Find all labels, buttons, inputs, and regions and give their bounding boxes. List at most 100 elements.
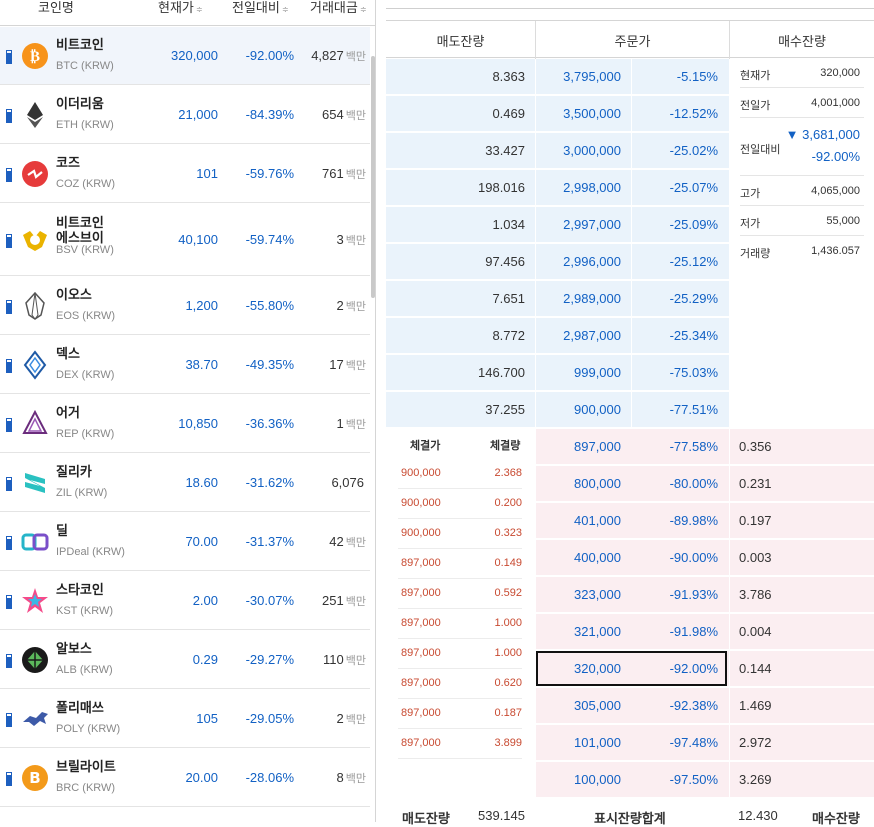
coin-price: 20.00 (185, 770, 218, 785)
bid-volume: 1.469 (739, 698, 772, 713)
coin-row[interactable]: 이더리움 ETH (KRW) 21,000 -84.39% 654 백만 (0, 86, 370, 144)
divider (740, 205, 864, 206)
ipdeal-icon (20, 527, 50, 557)
bid-price: 897,000 (574, 439, 621, 454)
coin-change: -59.74% (245, 232, 294, 247)
coin-name: 코즈 (56, 155, 80, 170)
coin-row[interactable]: 질리카 ZIL (KRW) 18.60 -31.62% 6,076 (0, 454, 370, 512)
divider (631, 281, 632, 317)
header-volume-label: 거래대금 (310, 0, 358, 15)
coin-name: 이더리움 (56, 96, 104, 111)
ask-volume-cell: 97.456 (386, 244, 535, 280)
coin-row[interactable]: 스타코인 KST (KRW) 2.00 -30.07% 251 백만 (0, 572, 370, 630)
ethereum-icon (20, 100, 50, 130)
ask-volume: 33.427 (485, 143, 525, 158)
coin-volume-unit: 백만 (345, 360, 366, 372)
ask-volume-cell: 8.363 (386, 59, 535, 95)
albos-icon (20, 645, 50, 675)
ask-pct: -77.51% (669, 402, 718, 417)
coin-row[interactable]: 코즈 COZ (KRW) 101 -59.76% 761 백만 (0, 145, 370, 203)
ask-pct: -25.02% (669, 143, 718, 158)
coin-row[interactable]: 알보스 ALB (KRW) 0.29 -29.27% 110 백만 (0, 631, 370, 689)
coin-volume-value: 654 (322, 107, 344, 122)
coin-row[interactable]: 덱스 DEX (KRW) 38.70 -49.35% 17 백만 (0, 336, 370, 394)
coin-list-scrollbar[interactable] (371, 56, 375, 298)
bid-pct: -91.93% (669, 587, 718, 602)
volume-bar (6, 536, 12, 550)
volume-bar (6, 300, 12, 314)
coin-change: -28.06% (245, 770, 294, 785)
coin-volume-unit: 백만 (345, 110, 366, 122)
coin-row[interactable]: ₿ 비트코인 BTC (KRW) 320,000 -92.00% 4,827 백만 (0, 27, 370, 85)
bid-pct: -90.00% (669, 550, 718, 565)
coin-volume: 17 백만 (329, 357, 366, 373)
ask-volume: 8.363 (492, 69, 525, 84)
bid-pct: -97.48% (669, 735, 718, 750)
trade-qty: 0.187 (494, 707, 522, 719)
ask-price: 2,997,000 (563, 217, 621, 232)
info-label: 전일가 (740, 100, 771, 112)
header-coin-name[interactable]: 코인명 (38, 0, 74, 16)
coin-name: 알보스 (56, 641, 92, 656)
divider (631, 392, 632, 428)
ask-price: 2,989,000 (563, 291, 621, 306)
ask-volume: 1.034 (492, 217, 525, 232)
orderbook-header: 매도잔량 주문가 매수잔량 (386, 20, 874, 59)
eos-icon (20, 291, 50, 321)
header-change-sort[interactable]: 전일대비 ≑ (232, 0, 289, 18)
svg-text:B: B (29, 769, 40, 787)
trade-qty: 0.149 (494, 557, 522, 569)
volume-bar (6, 234, 12, 248)
volume-bar (6, 359, 12, 373)
info-diff-value: ▼ 3,681,000 (786, 127, 860, 142)
coin-change: -92.00% (245, 48, 294, 63)
coin-volume: 2 백만 (337, 711, 366, 727)
coin-row[interactable]: 비트코인 에스브이 BSV (KRW) 40,100 -59.74% 3 백만 (0, 204, 370, 276)
header-volume-sort[interactable]: 거래대금 ≑ (310, 0, 367, 18)
ask-volume-cell: 146.700 (386, 355, 535, 391)
ask-volume-cell: 0.469 (386, 96, 535, 132)
coin-row[interactable]: B 브릴라이트 BRC (KRW) 20.00 -28.06% 8 백만 (0, 749, 370, 807)
coin-change: -31.62% (245, 475, 294, 490)
polymath-icon (20, 704, 50, 734)
coin-volume-value: 110 (323, 652, 344, 667)
bid-price: 400,000 (574, 550, 621, 565)
coin-row[interactable]: 어거 REP (KRW) 10,850 -36.36% 1 백만 (0, 395, 370, 453)
coin-volume: 6,076 (331, 475, 366, 490)
info-label: 저가 (740, 218, 761, 230)
sort-icon: ≑ (359, 5, 367, 14)
coin-row[interactable]: 딜 IPDeal (KRW) 70.00 -31.37% 42 백만 (0, 513, 370, 571)
bid-price: 100,000 (574, 772, 621, 787)
orderbook-panel: 매도잔량 주문가 매수잔량 8.363 3,795,000 -5.15% 0.4… (386, 0, 874, 826)
coin-volume: 251 백만 (322, 593, 366, 609)
ask-pct: -25.29% (669, 291, 718, 306)
coin-price: 70.00 (185, 534, 218, 549)
orderbook-footer: 매도잔량 539.145 표시잔량합계 12.430 매수잔량 (386, 800, 874, 826)
header-price-sort[interactable]: 현재가 ≑ (158, 0, 203, 18)
info-label: 현재가 (740, 70, 771, 82)
ask-volume: 7.651 (492, 291, 525, 306)
coin-symbol: BRC (KRW) (56, 782, 116, 794)
coin-price: 18.60 (185, 475, 218, 490)
coin-row[interactable]: 폴리매쓰 POLY (KRW) 105 -29.05% 2 백만 (0, 690, 370, 748)
divider (740, 87, 864, 88)
trade-qty-header: 체결량 (490, 440, 521, 452)
ask-price: 2,998,000 (563, 180, 621, 195)
bid-pct: -97.50% (669, 772, 718, 787)
footer-ask-label: 매도잔량 (402, 811, 450, 826)
bid-volume: 3.269 (739, 772, 772, 787)
coin-symbol: DEX (KRW) (56, 369, 115, 381)
coin-row[interactable]: 이오스 EOS (KRW) 1,200 -55.80% 2 백만 (0, 277, 370, 335)
ask-volume-cell: 198.016 (386, 170, 535, 206)
coin-volume-value: 17 (329, 357, 344, 372)
coin-volume-unit: 백만 (345, 169, 366, 181)
coin-name-line2: 에스브이 (56, 230, 104, 245)
trade-price: 900,000 (401, 527, 441, 539)
ask-price: 3,795,000 (563, 69, 621, 84)
divider (631, 133, 632, 169)
ask-volume-cell: 33.427 (386, 133, 535, 169)
trade-row: 897,000 0.620 (398, 669, 522, 699)
current-price-highlight (536, 651, 727, 686)
trade-price: 897,000 (401, 707, 441, 719)
trade-row: 897,000 0.592 (398, 579, 522, 609)
